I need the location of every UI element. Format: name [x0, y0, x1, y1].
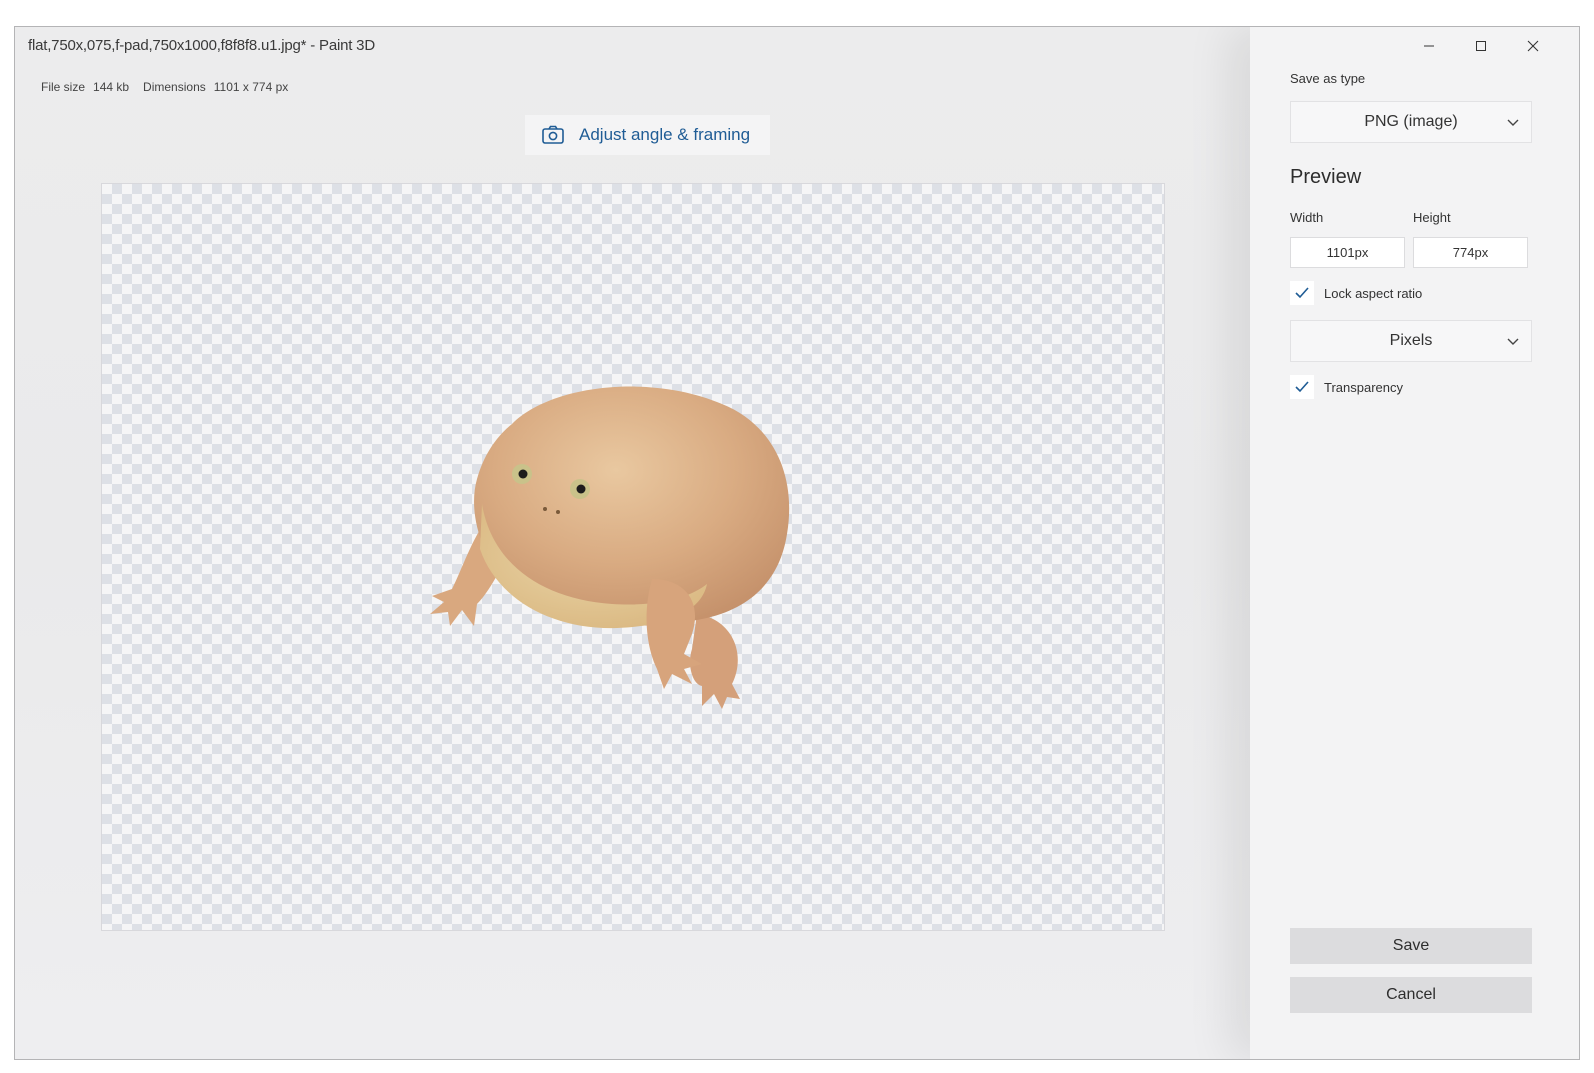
save-as-type-dropdown[interactable]: PNG (image) [1290, 101, 1532, 143]
height-label: Height [1413, 210, 1451, 225]
lock-aspect-ratio-label: Lock aspect ratio [1324, 285, 1423, 301]
save-as-type-value: PNG (image) [1364, 113, 1458, 130]
chevron-down-icon [1507, 119, 1519, 126]
lock-aspect-checkbox-box [1290, 281, 1314, 305]
transparency-checkbox[interactable]: Transparency [1290, 375, 1403, 399]
file-info: File size 144 kb Dimensions 1101 x 774 px [41, 80, 302, 94]
chevron-down-icon [1507, 338, 1519, 345]
transparency-checkbox-box [1290, 375, 1314, 399]
maximize-button[interactable] [1458, 33, 1504, 59]
file-size-label: File size [41, 80, 86, 94]
adjust-angle-framing-button[interactable]: Adjust angle & framing [525, 115, 770, 155]
cancel-button[interactable]: Cancel [1290, 977, 1532, 1013]
width-field[interactable]: 1101px [1290, 237, 1405, 268]
minimize-button[interactable] [1406, 33, 1452, 59]
save-as-type-label: Save as type [1290, 71, 1366, 86]
lock-aspect-ratio-checkbox[interactable]: Lock aspect ratio [1290, 281, 1422, 305]
dimensions-label: Dimensions [143, 80, 206, 94]
close-icon [1527, 40, 1539, 52]
units-value: Pixels [1389, 332, 1433, 349]
save-button[interactable]: Save [1290, 928, 1532, 964]
main-area: flat,750x,075,f-pad,750x1000,f8f8f8.u1.j… [15, 27, 1277, 1059]
units-dropdown[interactable]: Pixels [1290, 320, 1532, 362]
camera-icon [542, 125, 564, 144]
file-size-value: 144 kb [93, 80, 130, 94]
maximize-icon [1476, 41, 1486, 51]
adjust-angle-framing-label: Adjust angle & framing [579, 125, 751, 144]
image-preview-canvas[interactable] [101, 183, 1165, 931]
checkmark-icon [1295, 381, 1309, 393]
dimensions-value: 1101 x 774 px [213, 80, 289, 94]
height-field[interactable]: 774px [1413, 237, 1528, 268]
close-button[interactable] [1510, 33, 1556, 59]
save-sidebar: Save as type PNG (image) Preview Width H… [1250, 27, 1579, 1059]
paint3d-window: flat,750x,075,f-pad,750x1000,f8f8f8.u1.j… [14, 26, 1580, 1060]
width-label: Width [1290, 210, 1324, 225]
transparency-label: Transparency [1324, 379, 1403, 395]
window-title: flat,750x,075,f-pad,750x1000,f8f8f8.u1.j… [28, 37, 375, 54]
minimize-icon [1424, 45, 1434, 47]
preview-heading: Preview [1290, 166, 1362, 188]
checkmark-icon [1295, 287, 1309, 299]
frog-image [430, 386, 790, 709]
